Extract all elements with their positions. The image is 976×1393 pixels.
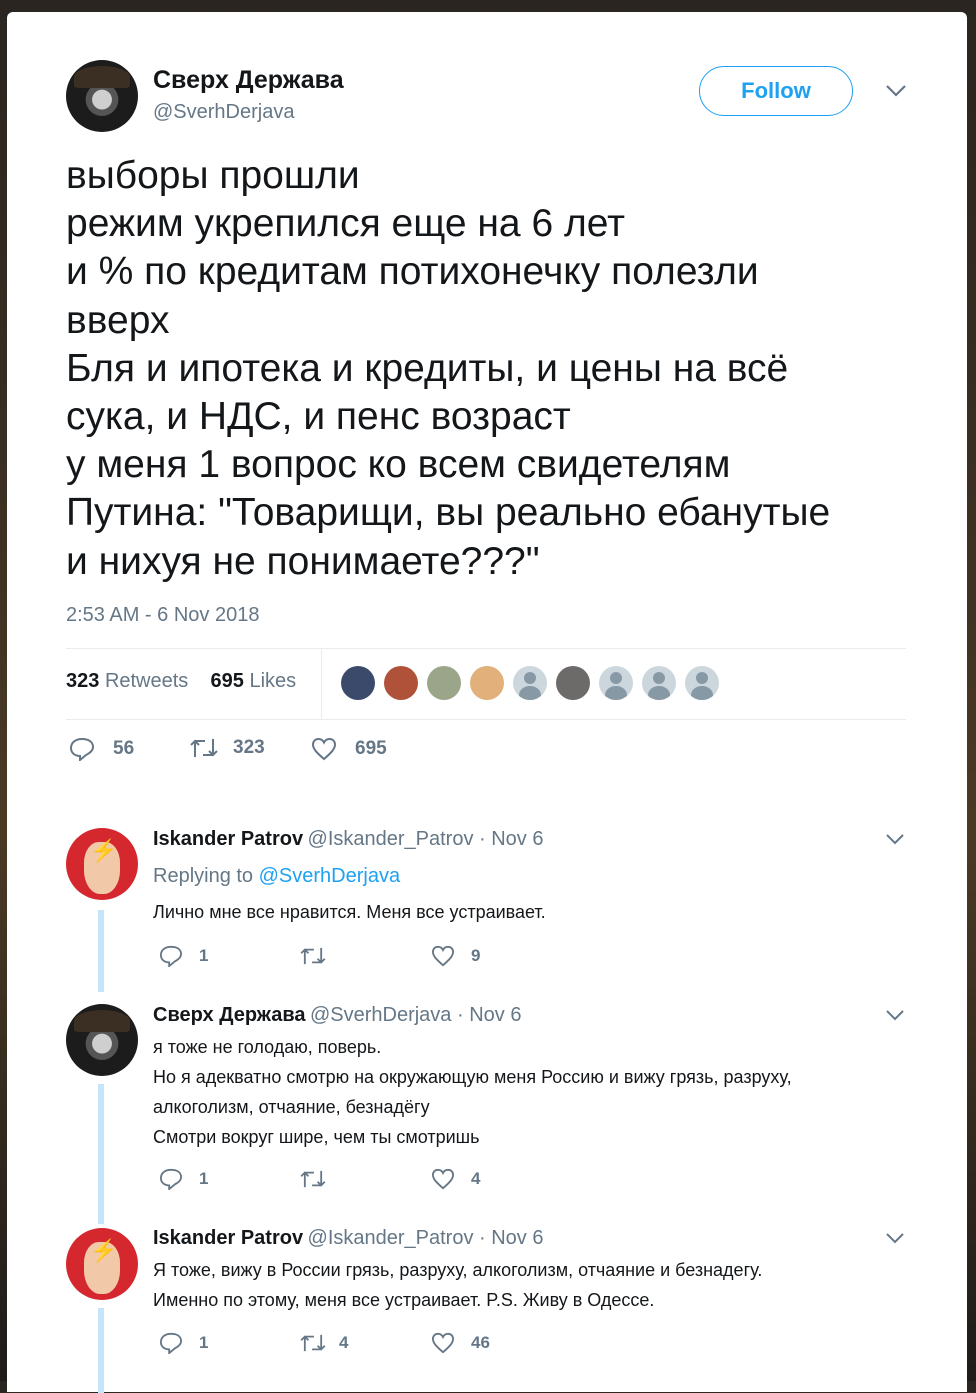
liker-avatar[interactable] (341, 666, 375, 700)
tweet-line: выборы прошли (66, 154, 360, 197)
reply-header: Iskander Patrov @Iskander_Patrov · Nov 6 (153, 1227, 544, 1250)
thread-line (98, 910, 104, 992)
reply-icon[interactable] (159, 1332, 183, 1354)
reply-meta[interactable]: @Iskander_Patrov · Nov 6 (308, 828, 544, 850)
reply-meta[interactable]: @Iskander_Patrov · Nov 6 (308, 1227, 544, 1249)
divider (66, 719, 906, 720)
reply-header: Сверх Держава @SverhDerjava · Nov 6 (153, 1004, 521, 1027)
chevron-down-icon[interactable] (885, 1231, 905, 1249)
retweet-count: 4 (339, 1333, 349, 1352)
reply-icon (69, 737, 95, 761)
chevron-down-icon[interactable] (885, 832, 905, 850)
reply-line: алкоголизм, отчаяние, безнадёгу (153, 1097, 430, 1117)
thread-line (98, 1308, 104, 1393)
liker-avatar[interactable] (642, 666, 676, 700)
reply-actions: 1 4 46 (159, 1332, 490, 1354)
tweet-line: вверх (66, 298, 170, 342)
author-handle[interactable]: @SverhDerjava (153, 101, 294, 124)
reply-line: Именно по этому, меня все устраивает. P.… (153, 1290, 655, 1310)
like-count: 9 (471, 946, 481, 965)
reply-avatar[interactable] (66, 1228, 138, 1300)
likes-label[interactable]: Likes (249, 670, 296, 692)
tweet-timestamp[interactable]: 2:53 AM - 6 Nov 2018 (66, 604, 259, 627)
retweet-count: 323 (233, 737, 265, 758)
reply-line: Лично мне все нравится. Меня все устраив… (153, 902, 546, 922)
reply-line: я тоже не голодаю, поверь. (153, 1037, 382, 1057)
thread-line (98, 1084, 104, 1224)
reply-author-name[interactable]: Iskander Patrov (153, 1227, 303, 1249)
reply-icon[interactable] (159, 1168, 183, 1190)
follow-button[interactable]: Follow (699, 66, 853, 116)
reply-text: Лично мне все нравится. Меня все устраив… (153, 897, 546, 927)
divider (66, 648, 906, 649)
tweet-line: и нихуя не понимаете???" (66, 539, 540, 583)
retweet-icon[interactable] (299, 1333, 327, 1353)
reply-action[interactable]: 56 (69, 737, 134, 761)
reply-header: Iskander Patrov @Iskander_Patrov · Nov 6 (153, 828, 544, 851)
reply-avatar[interactable] (66, 1004, 138, 1076)
like-count: 695 (355, 738, 387, 759)
reply-avatar[interactable] (66, 828, 138, 900)
author-avatar[interactable] (66, 60, 138, 132)
reply-text: Я тоже, вижу в России грязь, разруху, ал… (153, 1255, 762, 1315)
reply-count: 56 (113, 738, 135, 759)
liker-avatar[interactable] (427, 666, 461, 700)
like-count: 46 (471, 1333, 490, 1352)
liker-avatar[interactable] (599, 666, 633, 700)
author-name[interactable]: Сверх Держава (153, 66, 344, 95)
liker-avatars (341, 666, 719, 700)
reply-count: 1 (199, 946, 209, 965)
reply-line: Смотри вокруг шире, чем ты смотришь (153, 1127, 480, 1147)
tweet-line: режим укрепился еще на 6 лет (66, 202, 625, 246)
like-count: 4 (471, 1169, 481, 1188)
like-action[interactable]: 695 (311, 737, 387, 761)
liker-avatar[interactable] (685, 666, 719, 700)
tweet-text: выборы прошли режим укрепился еще на 6 л… (66, 152, 946, 586)
divider (321, 648, 322, 720)
likes-count[interactable]: 695 (211, 670, 244, 692)
heart-icon[interactable] (431, 1332, 455, 1354)
reply-actions: 1 9 (159, 945, 480, 967)
tweet-line: у меня 1 вопрос ко всем свидетелям (66, 443, 731, 487)
tweet-line: и % по кредитам потихонечку полезли (66, 250, 759, 294)
reply-icon[interactable] (159, 945, 183, 967)
replying-handle[interactable]: @SverhDerjava (259, 865, 400, 887)
retweets-label[interactable]: Retweets (105, 670, 188, 692)
reply-count: 1 (199, 1169, 209, 1188)
reply-line: Я тоже, вижу в России грязь, разруху, ал… (153, 1260, 763, 1280)
liker-avatar[interactable] (556, 666, 590, 700)
liker-avatar[interactable] (470, 666, 504, 700)
replying-prefix: Replying to (153, 865, 254, 887)
reply-author-name[interactable]: Iskander Patrov (153, 828, 303, 850)
tweet-stats: 323 Retweets 695 Likes (66, 670, 296, 693)
replying-to: Replying to @SverhDerjava (153, 865, 400, 888)
tweet-line: Бля и ипотека и кредиты, и цены на всё (66, 346, 789, 390)
reply-meta[interactable]: @SverhDerjava · Nov 6 (310, 1004, 521, 1026)
liker-avatar[interactable] (513, 666, 547, 700)
reply-count: 1 (199, 1333, 209, 1352)
heart-icon[interactable] (431, 945, 455, 967)
tweet-line: Путина: "Товарищи, вы реально ебанутые (66, 491, 831, 535)
retweet-icon (189, 737, 219, 759)
heart-icon (311, 737, 337, 761)
retweet-action[interactable]: 323 (189, 737, 265, 759)
retweet-icon[interactable] (299, 946, 327, 966)
reply-text: я тоже не голодаю, поверь. Но я адекватн… (153, 1032, 792, 1152)
liker-avatar[interactable] (384, 666, 418, 700)
tweet-line: сука, и НДС, и пенс возраст (66, 395, 571, 439)
retweet-icon[interactable] (299, 1169, 327, 1189)
chevron-down-icon[interactable] (885, 1008, 905, 1026)
tweet-card: Сверх Держава @SverhDerjava Follow выбор… (7, 12, 967, 1393)
retweets-count[interactable]: 323 (66, 670, 99, 692)
reply-author-name[interactable]: Сверх Держава (153, 1004, 306, 1026)
chevron-down-icon[interactable] (885, 78, 907, 104)
heart-icon[interactable] (431, 1168, 455, 1190)
reply-line: Но я адекватно смотрю на окружающую меня… (153, 1067, 792, 1087)
reply-actions: 1 4 (159, 1168, 480, 1190)
